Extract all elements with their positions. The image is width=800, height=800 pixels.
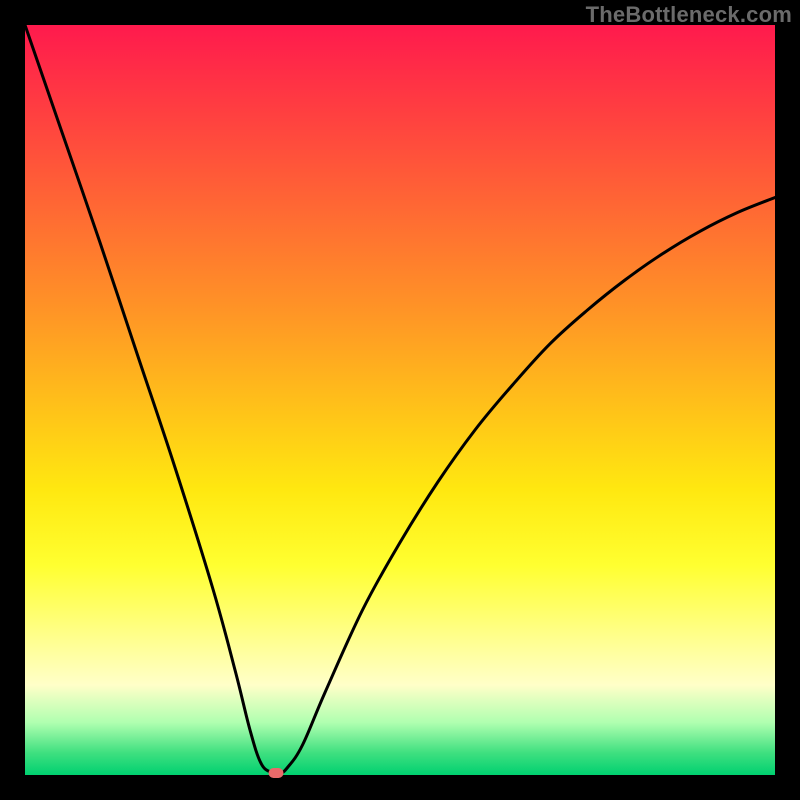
chart-frame: TheBottleneck.com bbox=[0, 0, 800, 800]
plot-area bbox=[25, 25, 775, 775]
bottleneck-curve bbox=[25, 25, 775, 775]
optimal-point-marker bbox=[269, 768, 284, 778]
